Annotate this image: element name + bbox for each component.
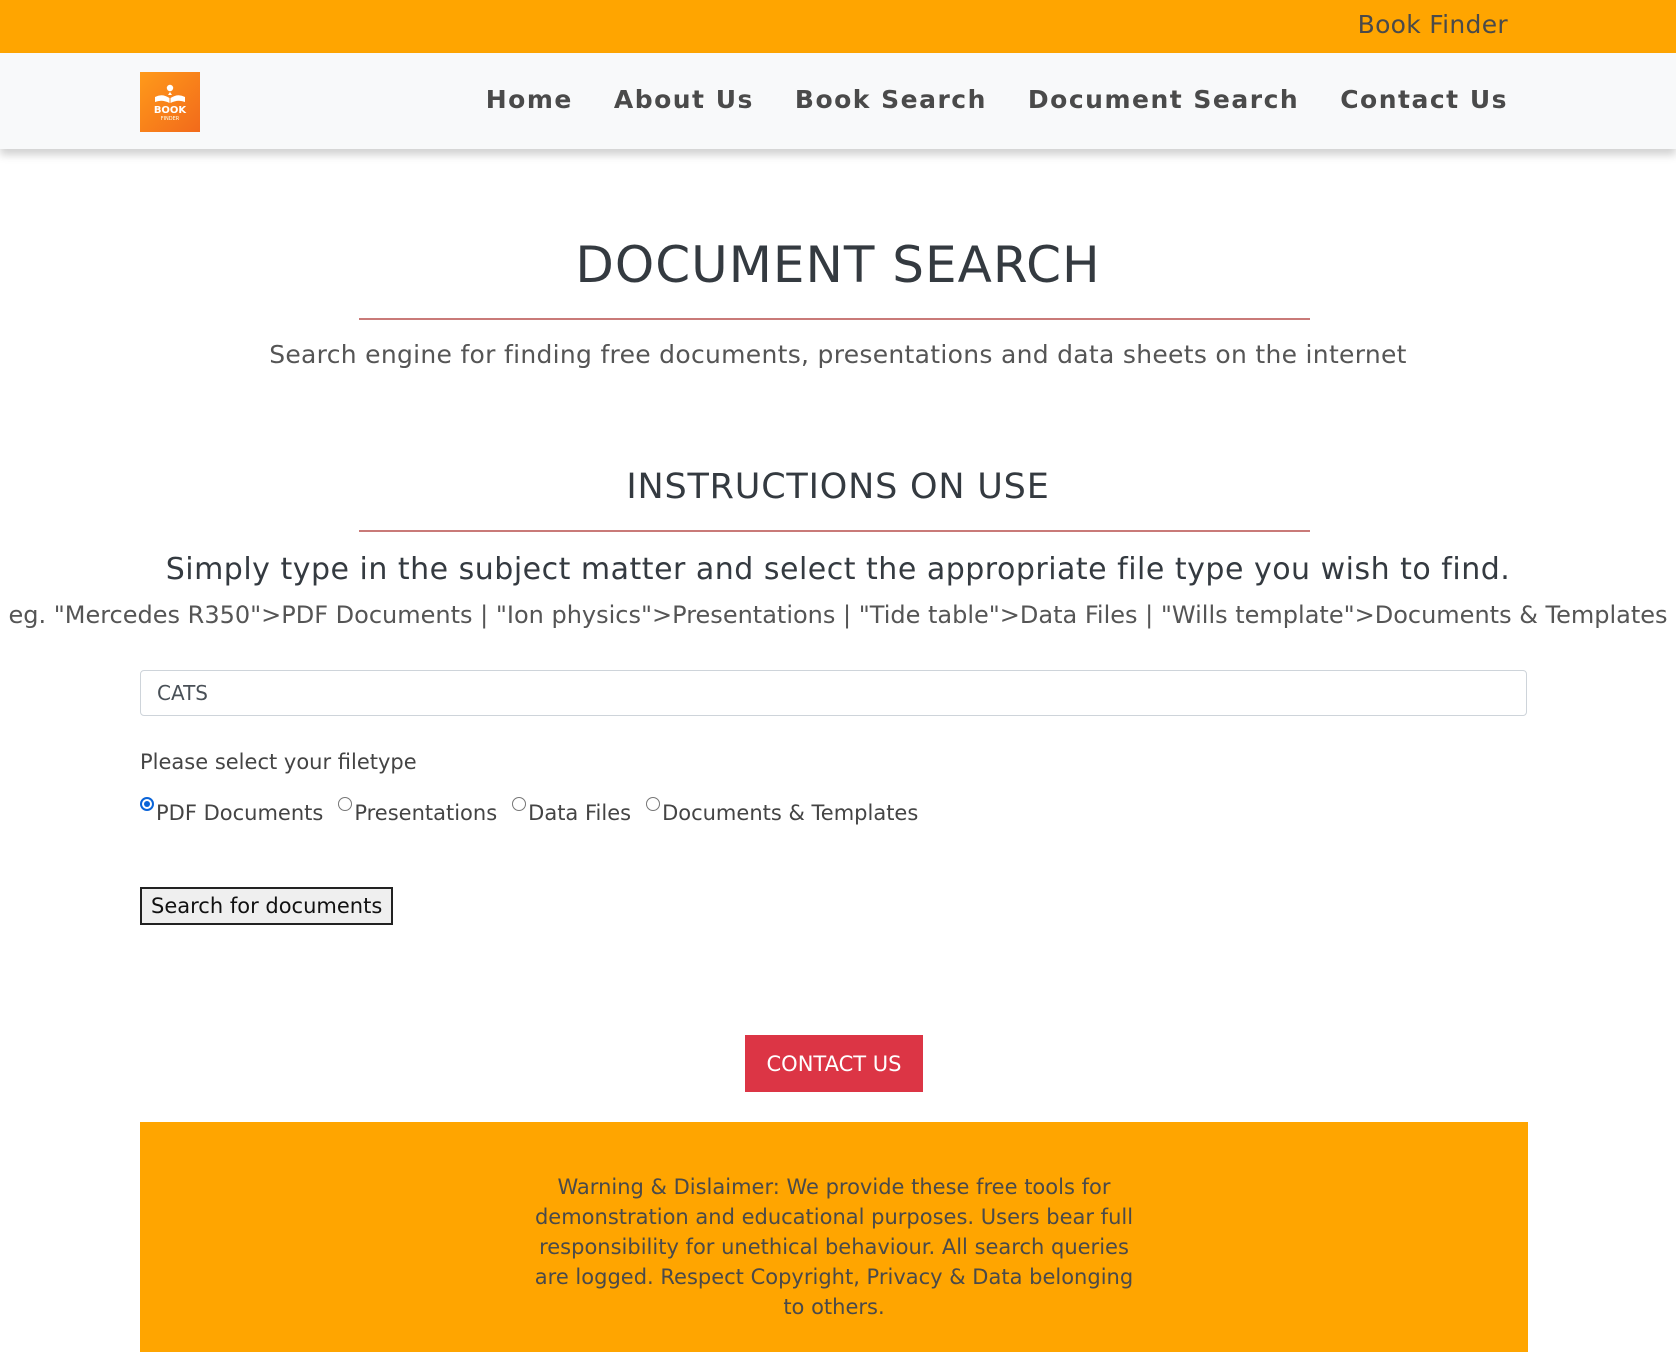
footer: Warning & Dislaimer: We provide these fr… xyxy=(140,1122,1528,1352)
nav-links: Home About Us Book Search Document Searc… xyxy=(486,85,1508,114)
instructions-divider xyxy=(359,530,1310,532)
logo-text: BOOK xyxy=(153,104,187,116)
navbar: BOOK FINDER Home About Us Book Search Do… xyxy=(0,53,1676,149)
site-logo[interactable]: BOOK FINDER xyxy=(140,72,200,132)
radio-button[interactable] xyxy=(646,797,661,811)
brand-name[interactable]: Book Finder xyxy=(1358,10,1508,39)
example-text: eg. "Mercedes R350">PDF Documents | "Ion… xyxy=(8,601,1668,629)
instruction-text: Simply type in the subject matter and se… xyxy=(165,552,1511,587)
nav-about-us[interactable]: About Us xyxy=(614,85,754,114)
open-book-icon xyxy=(155,84,185,103)
radio-label: Data Files xyxy=(528,801,632,825)
disclaimer-text: Warning & Dislaimer: We provide these fr… xyxy=(534,1175,1134,1319)
page-subtitle: Search engine for finding free documents… xyxy=(269,340,1407,369)
radio-presentations[interactable]: Presentations xyxy=(338,797,497,825)
radio-label: Presentations xyxy=(354,801,498,825)
radio-data-files[interactable]: Data Files xyxy=(512,797,631,825)
radio-button[interactable] xyxy=(338,797,353,811)
top-bar: Book Finder xyxy=(0,0,1676,53)
page-title: DOCUMENT SEARCH xyxy=(575,236,1101,294)
radio-label: Documents & Templates xyxy=(662,801,919,825)
radio-button-selected[interactable] xyxy=(140,797,154,811)
instructions-title: INSTRUCTIONS ON USE xyxy=(626,467,1050,507)
search-documents-button[interactable]: Search for documents xyxy=(140,887,394,925)
filetype-label: Please select your filetype xyxy=(140,750,417,774)
filetype-radio-group: PDF Documents Presentations Data Files D… xyxy=(140,797,933,825)
logo-subtext: FINDER xyxy=(160,115,180,122)
radio-button[interactable] xyxy=(512,797,527,811)
contact-us-button[interactable]: CONTACT US xyxy=(745,1035,923,1092)
nav-home[interactable]: Home xyxy=(486,85,573,114)
title-divider xyxy=(359,318,1310,320)
nav-document-search[interactable]: Document Search xyxy=(1028,85,1299,114)
radio-label: PDF Documents xyxy=(156,801,324,825)
radio-documents-templates[interactable]: Documents & Templates xyxy=(646,797,918,825)
search-input[interactable] xyxy=(140,670,1527,716)
nav-contact-us[interactable]: Contact Us xyxy=(1340,85,1508,114)
nav-book-search[interactable]: Book Search xyxy=(795,85,987,114)
radio-pdf-documents[interactable]: PDF Documents xyxy=(140,797,323,825)
